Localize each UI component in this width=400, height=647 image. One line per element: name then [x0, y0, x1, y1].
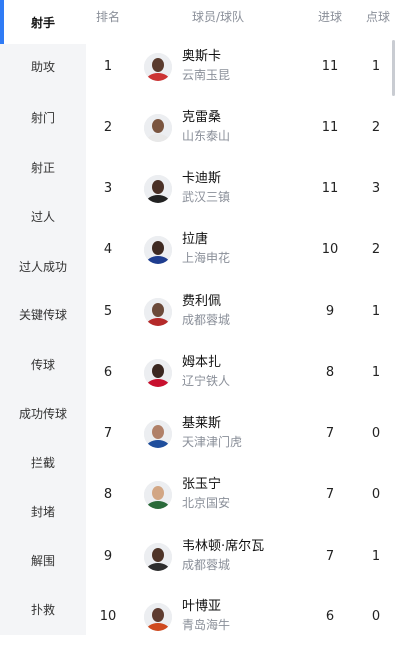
- rank-value: 6: [103, 365, 113, 380]
- goals-value: 10: [321, 242, 339, 257]
- pens-value: 3: [371, 181, 381, 196]
- goals-value: 7: [325, 549, 335, 564]
- sidebar-item-1[interactable]: 助攻: [0, 44, 86, 88]
- team-name: 山东泰山: [182, 129, 231, 143]
- category-sidebar: 射手 助攻射门射正过人过人成功 关键传球传球成功传球拦截封堵解围扑救: [0, 0, 86, 635]
- player-name[interactable]: 叶博亚: [182, 595, 221, 614]
- sidebar-item-8[interactable]: 成功传球: [0, 391, 86, 435]
- player-name[interactable]: 卡迪斯: [182, 167, 221, 186]
- table-row[interactable]: [86, 465, 400, 525]
- team-name: 武汉三镇: [182, 190, 231, 204]
- rank-value: 5: [103, 304, 113, 319]
- player-photo-icon: [144, 175, 172, 203]
- goals-value: 11: [321, 59, 339, 74]
- goals-value: 8: [325, 365, 335, 380]
- player-avatar[interactable]: [144, 114, 172, 142]
- player-name[interactable]: 克雷桑: [182, 106, 221, 125]
- goals-value: 11: [321, 120, 339, 135]
- rank-value: 10: [99, 609, 117, 624]
- player-photo-icon: [144, 481, 172, 509]
- pens-value: 0: [371, 487, 381, 502]
- header-player: 球员/球队: [192, 9, 245, 24]
- header-pens: 点球: [366, 9, 391, 24]
- team-name: 云南玉昆: [182, 68, 231, 82]
- sidebar-item-11[interactable]: 解围: [0, 538, 86, 582]
- player-name[interactable]: 韦林顿·席尔瓦: [182, 535, 264, 554]
- rank-value: 7: [103, 426, 113, 441]
- team-name: 辽宁铁人: [182, 374, 231, 388]
- rank-value: 4: [103, 242, 113, 257]
- rank-value: 8: [103, 487, 113, 502]
- player-photo-icon: [144, 298, 172, 326]
- table-row[interactable]: [86, 404, 400, 464]
- table-row[interactable]: [86, 343, 400, 403]
- player-name[interactable]: 张玉宁: [182, 473, 221, 492]
- pens-value: 1: [371, 59, 381, 74]
- sidebar-item-0[interactable]: 射手: [0, 0, 86, 44]
- pens-value: 2: [371, 242, 381, 257]
- goals-value: 7: [325, 426, 335, 441]
- pens-value: 1: [371, 365, 381, 380]
- rank-value: 2: [103, 120, 113, 135]
- header-rank: 排名: [96, 9, 121, 24]
- rank-value: 3: [103, 181, 113, 196]
- pens-value: 0: [371, 609, 381, 624]
- table-row[interactable]: [86, 282, 400, 342]
- player-photo-icon: [144, 53, 172, 81]
- sidebar-item-2[interactable]: 射门: [0, 95, 86, 139]
- player-avatar[interactable]: [144, 603, 172, 631]
- team-name: 青岛海牛: [182, 618, 231, 632]
- team-name: 上海申花: [182, 251, 231, 265]
- sidebar-item-3[interactable]: 射正: [0, 145, 86, 189]
- player-avatar[interactable]: [144, 359, 172, 387]
- player-avatar[interactable]: [144, 481, 172, 509]
- goals-value: 7: [325, 487, 335, 502]
- rank-value: 1: [103, 59, 113, 74]
- player-name[interactable]: 拉唐: [182, 228, 208, 247]
- header-goals: 进球: [318, 9, 343, 24]
- sidebar-item-6[interactable]: 关键传球: [0, 292, 86, 336]
- sidebar-item-5[interactable]: 过人成功: [0, 244, 86, 288]
- player-photo-icon: [144, 420, 172, 448]
- sidebar-item-7[interactable]: 传球: [0, 342, 86, 386]
- player-photo-icon: [144, 543, 172, 571]
- rank-value: 9: [103, 549, 113, 564]
- goals-value: 11: [321, 181, 339, 196]
- player-avatar[interactable]: [144, 298, 172, 326]
- scrollbar[interactable]: [392, 40, 395, 96]
- team-name: 天津津门虎: [182, 435, 243, 449]
- player-photo-icon: [144, 114, 172, 142]
- pens-value: 2: [371, 120, 381, 135]
- leaderboard-table: 排名 球员/球队 进球 点球 1 奥斯卡 云南玉昆 11 1 2 克雷桑 山东泰山 11 2 3 卡迪…: [86, 0, 400, 635]
- player-name[interactable]: 费利佩: [182, 290, 221, 309]
- team-name: 北京国安: [182, 496, 231, 510]
- table-row[interactable]: [86, 159, 400, 219]
- pens-value: 1: [371, 549, 381, 564]
- player-name[interactable]: 奥斯卡: [182, 45, 221, 64]
- player-photo-icon: [144, 603, 172, 631]
- player-name[interactable]: 姆本扎: [182, 351, 221, 370]
- player-photo-icon: [144, 236, 172, 264]
- sidebar-item-9[interactable]: 拦截: [0, 440, 86, 484]
- pens-value: 1: [371, 304, 381, 319]
- player-name[interactable]: 基莱斯: [182, 412, 221, 431]
- player-avatar[interactable]: [144, 543, 172, 571]
- team-name: 成都蓉城: [182, 558, 231, 572]
- table-row[interactable]: [86, 98, 400, 158]
- sidebar-item-10[interactable]: 封堵: [0, 489, 86, 533]
- player-avatar[interactable]: [144, 420, 172, 448]
- goals-value: 9: [325, 304, 335, 319]
- sidebar-item-12[interactable]: 扑救: [0, 587, 86, 631]
- table-row[interactable]: [86, 37, 400, 97]
- sidebar-item-4[interactable]: 过人: [0, 194, 86, 238]
- goals-value: 6: [325, 609, 335, 624]
- player-avatar[interactable]: [144, 236, 172, 264]
- player-photo-icon: [144, 359, 172, 387]
- player-avatar[interactable]: [144, 53, 172, 81]
- table-row[interactable]: [86, 587, 400, 647]
- table-row[interactable]: [86, 220, 400, 280]
- pens-value: 0: [371, 426, 381, 441]
- player-avatar[interactable]: [144, 175, 172, 203]
- team-name: 成都蓉城: [182, 313, 231, 327]
